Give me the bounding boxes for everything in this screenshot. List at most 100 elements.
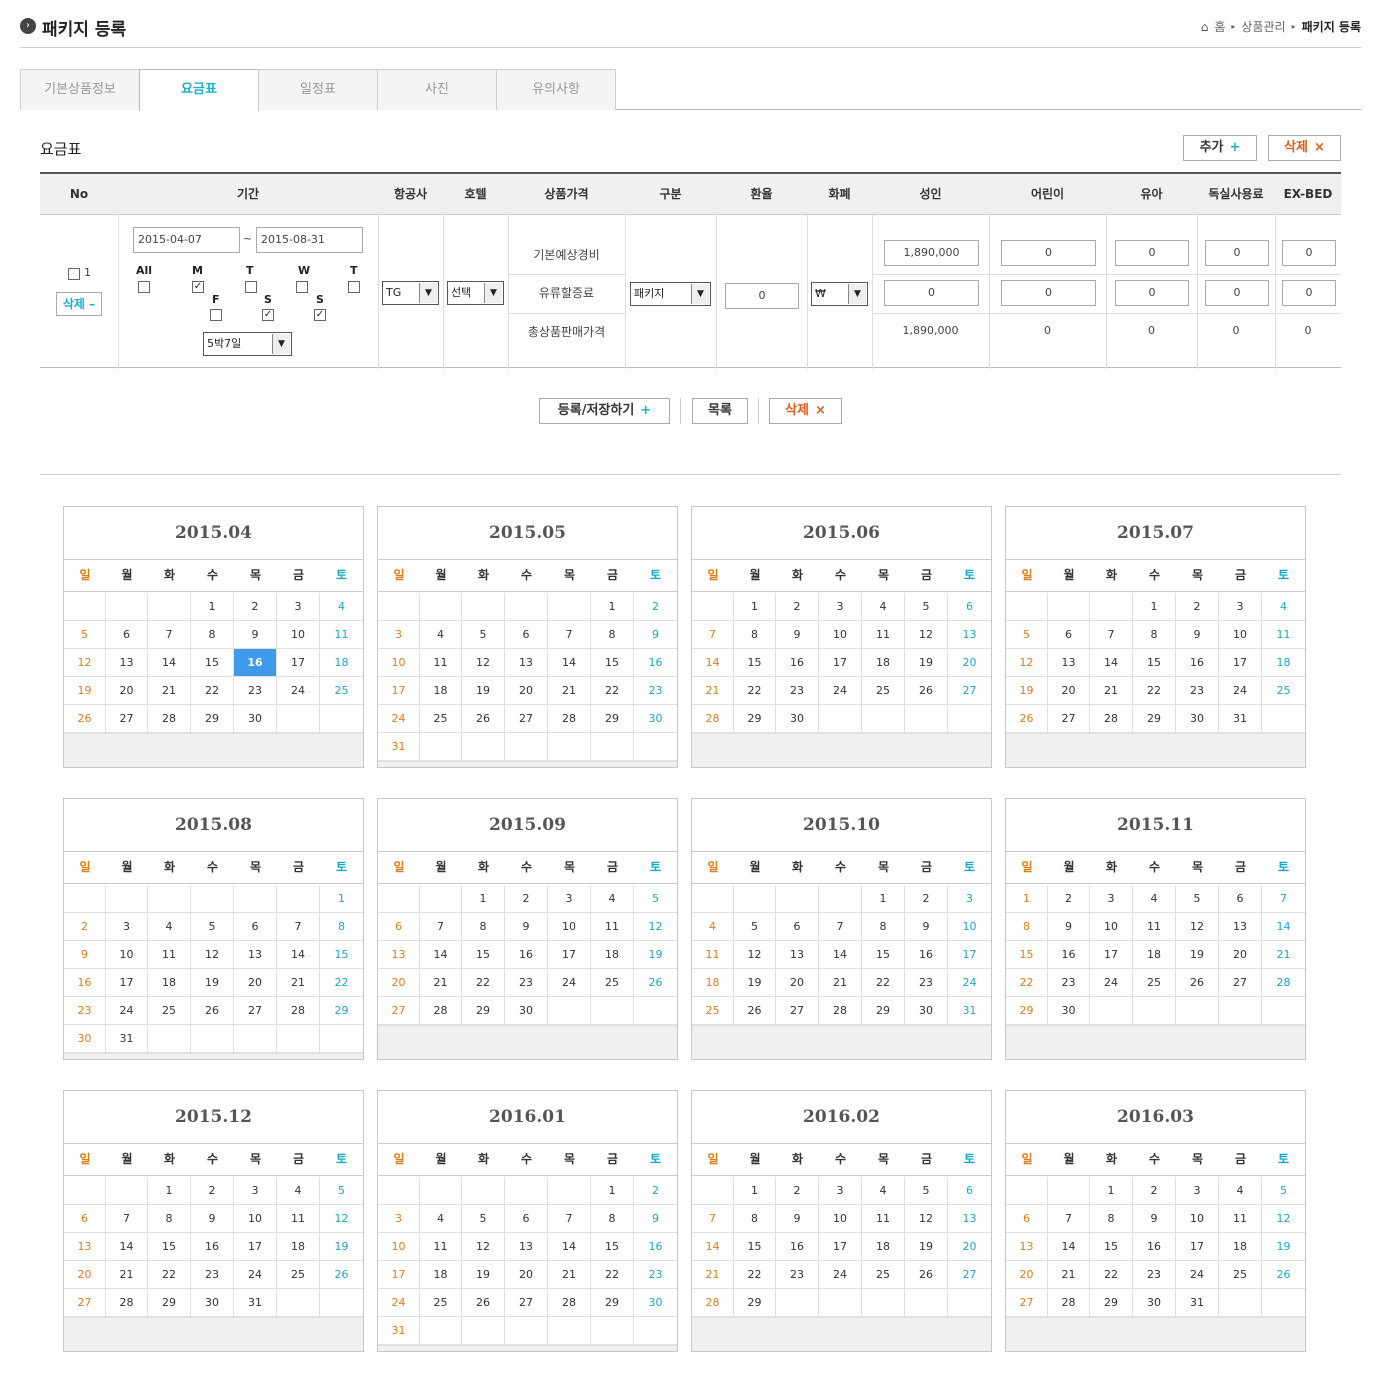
calendar-day[interactable]: 21: [106, 1261, 148, 1289]
calendar-day[interactable]: 2: [634, 593, 677, 621]
calendar-day[interactable]: 15: [734, 649, 776, 677]
calendar-day[interactable]: 10: [106, 941, 148, 969]
calendar-day[interactable]: 3: [234, 1177, 277, 1205]
calendar-day[interactable]: 19: [734, 969, 776, 997]
home-icon[interactable]: ⌂: [1201, 20, 1209, 34]
add-row-button[interactable]: 추가 +: [1183, 135, 1257, 161]
calendar-day[interactable]: 7: [1090, 621, 1133, 649]
calendar-day[interactable]: 29: [462, 997, 505, 1025]
calendar-day[interactable]: 11: [320, 621, 363, 649]
calendar-day[interactable]: 29: [591, 1289, 634, 1317]
calendar-day[interactable]: 16: [191, 1233, 234, 1261]
calendar-day[interactable]: 10: [378, 649, 420, 677]
calendar-day[interactable]: 5: [1176, 885, 1219, 913]
calendar-day[interactable]: 25: [420, 1289, 462, 1317]
calendar-day[interactable]: 26: [191, 997, 234, 1025]
calendar-day[interactable]: 15: [148, 1233, 191, 1261]
calendar-day[interactable]: 10: [948, 913, 991, 941]
calendar-day[interactable]: 11: [862, 621, 905, 649]
calendar-day[interactable]: 9: [191, 1205, 234, 1233]
calendar-day[interactable]: 8: [734, 1205, 776, 1233]
calendar-day[interactable]: 23: [234, 677, 277, 705]
calendar-day[interactable]: 11: [692, 941, 734, 969]
calendar-day[interactable]: 25: [277, 1261, 320, 1289]
calendar-day[interactable]: 21: [1048, 1261, 1090, 1289]
calendar-day[interactable]: 11: [1219, 1205, 1262, 1233]
calendar-day[interactable]: 2: [1048, 885, 1090, 913]
calendar-day[interactable]: 13: [505, 1233, 548, 1261]
calendar-day[interactable]: 12: [905, 1205, 948, 1233]
calendar-day[interactable]: 14: [420, 941, 462, 969]
child-base-input[interactable]: 0: [1001, 240, 1096, 266]
calendar-day[interactable]: 10: [1176, 1205, 1219, 1233]
calendar-day[interactable]: 7: [819, 913, 862, 941]
tab-photos[interactable]: 사진: [377, 69, 497, 110]
calendar-day[interactable]: 24: [948, 969, 991, 997]
calendar-day[interactable]: 8: [191, 621, 234, 649]
calendar-day[interactable]: 16: [505, 941, 548, 969]
single-fee-fuel-input[interactable]: 0: [1205, 280, 1269, 306]
calendar-day[interactable]: 12: [191, 941, 234, 969]
calendar-day[interactable]: 20: [64, 1261, 106, 1289]
calendar-day[interactable]: 5: [734, 913, 776, 941]
calendar-day[interactable]: 21: [1090, 677, 1133, 705]
single-fee-base-input[interactable]: 0: [1205, 240, 1269, 266]
calendar-day[interactable]: 23: [634, 677, 677, 705]
calendar-day[interactable]: 23: [776, 1261, 819, 1289]
calendar-day[interactable]: 31: [1176, 1289, 1219, 1317]
calendar-day[interactable]: 17: [378, 677, 420, 705]
calendar-day[interactable]: 20: [1048, 677, 1090, 705]
calendar-day[interactable]: 12: [1176, 913, 1219, 941]
calendar-day[interactable]: 23: [505, 969, 548, 997]
calendar-day[interactable]: 25: [692, 997, 734, 1025]
calendar-day[interactable]: 29: [591, 705, 634, 733]
calendar-day[interactable]: 20: [1219, 941, 1262, 969]
calendar-day[interactable]: 9: [905, 913, 948, 941]
day-checkbox-sat[interactable]: ✓: [262, 309, 274, 321]
calendar-day[interactable]: 8: [148, 1205, 191, 1233]
calendar-day[interactable]: 2: [1176, 593, 1219, 621]
calendar-day[interactable]: 5: [320, 1177, 363, 1205]
calendar-day[interactable]: 28: [277, 997, 320, 1025]
calendar-day[interactable]: 11: [148, 941, 191, 969]
calendar-day[interactable]: 19: [905, 649, 948, 677]
calendar-day[interactable]: 26: [905, 677, 948, 705]
calendar-day[interactable]: 16: [634, 1233, 677, 1261]
calendar-day[interactable]: 6: [948, 593, 991, 621]
calendar-day[interactable]: 2: [191, 1177, 234, 1205]
day-checkbox-fri[interactable]: [210, 309, 222, 321]
calendar-day[interactable]: 30: [505, 997, 548, 1025]
calendar-day[interactable]: 28: [692, 705, 734, 733]
calendar-day[interactable]: 25: [1262, 677, 1305, 705]
calendar-day[interactable]: 2: [505, 885, 548, 913]
calendar-day[interactable]: 13: [1219, 913, 1262, 941]
calendar-day[interactable]: 6: [64, 1205, 106, 1233]
calendar-day[interactable]: 10: [1090, 913, 1133, 941]
calendar-day[interactable]: 21: [819, 969, 862, 997]
calendar-day[interactable]: 30: [776, 705, 819, 733]
calendar-day[interactable]: 17: [1176, 1233, 1219, 1261]
calendar-day[interactable]: 20: [948, 649, 991, 677]
calendar-day[interactable]: 19: [191, 969, 234, 997]
calendar-day[interactable]: 6: [776, 913, 819, 941]
calendar-day[interactable]: 31: [378, 733, 420, 761]
calendar-day[interactable]: 6: [505, 621, 548, 649]
calendar-day[interactable]: 14: [148, 649, 191, 677]
exchange-rate-input[interactable]: 0: [725, 283, 799, 309]
calendar-day[interactable]: 7: [148, 621, 191, 649]
calendar-day[interactable]: 2: [776, 593, 819, 621]
save-button[interactable]: 등록/저장하기 +: [539, 398, 670, 424]
calendar-day[interactable]: 2: [234, 593, 277, 621]
airline-select[interactable]: TG ▼: [382, 281, 439, 305]
delete-rows-button[interactable]: 삭제 ×: [1268, 135, 1341, 161]
calendar-day[interactable]: 30: [191, 1289, 234, 1317]
calendar-day[interactable]: 29: [191, 705, 234, 733]
calendar-day[interactable]: 27: [106, 705, 148, 733]
calendar-day[interactable]: 18: [1262, 649, 1305, 677]
calendar-day[interactable]: 19: [462, 1261, 505, 1289]
calendar-day[interactable]: 31: [106, 1025, 148, 1053]
calendar-day[interactable]: 7: [277, 913, 320, 941]
calendar-day[interactable]: 23: [634, 1261, 677, 1289]
calendar-day[interactable]: 6: [1048, 621, 1090, 649]
calendar-day[interactable]: 1: [1090, 1177, 1133, 1205]
